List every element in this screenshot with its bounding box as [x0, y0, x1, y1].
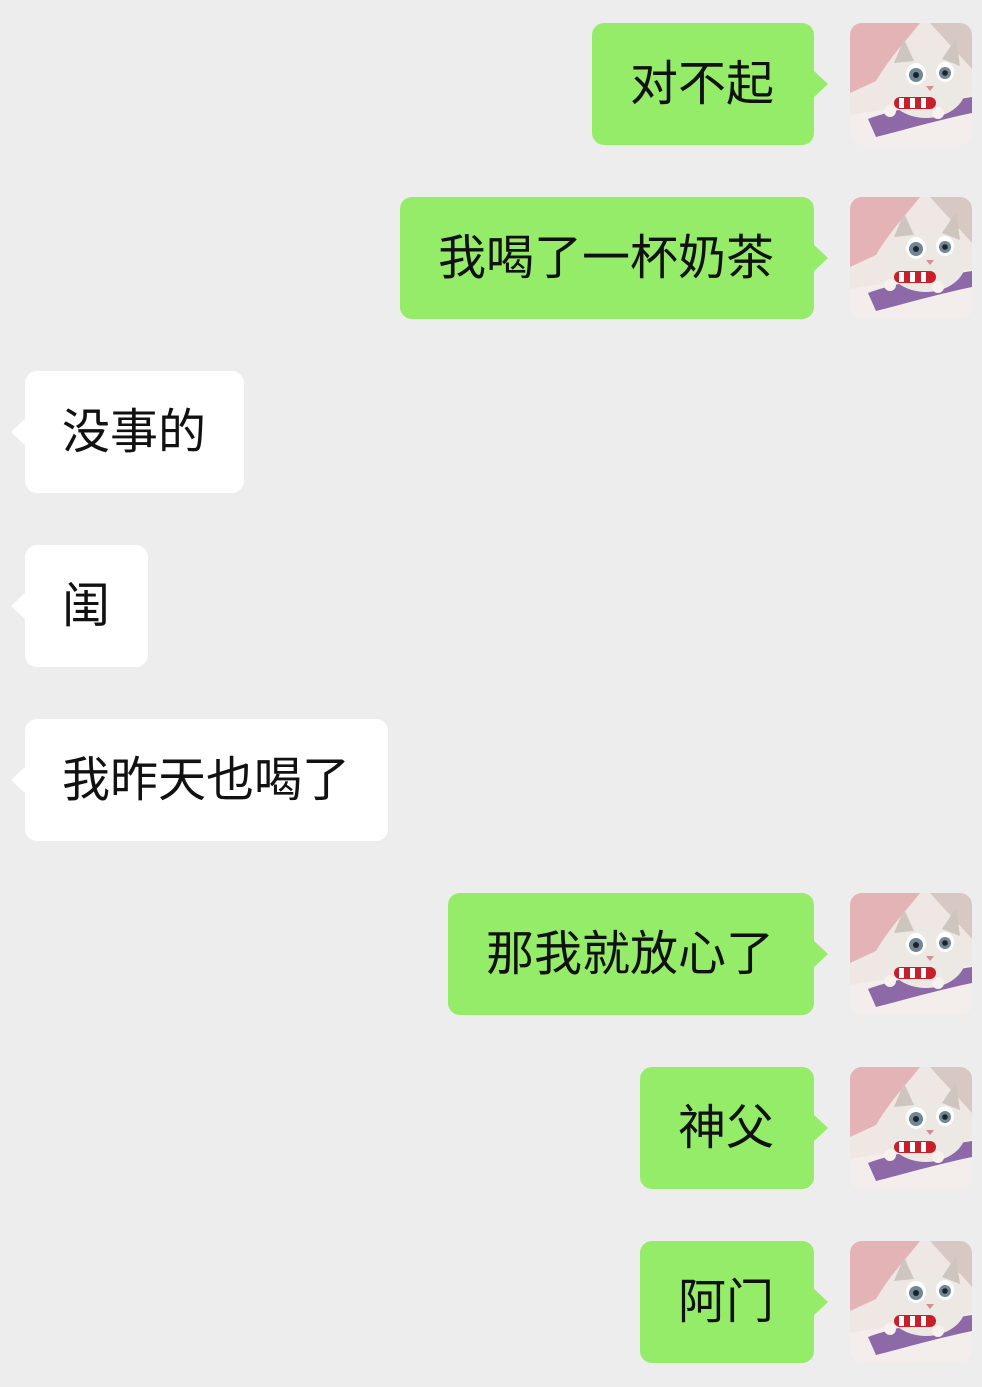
cat-avatar-icon[interactable] — [850, 1067, 972, 1189]
incoming-message-bubble[interactable]: 闺 — [10, 545, 149, 667]
message-row: 我昨天也喝了 — [0, 719, 982, 841]
outgoing-message-bubble[interactable]: 对不起 — [591, 23, 829, 145]
incoming-message-bubble[interactable]: 没事的 — [10, 371, 245, 493]
message-row: 阿门 — [0, 1241, 982, 1363]
message-row: 神父 — [0, 1067, 982, 1189]
message-row: 我喝了一杯奶茶 — [0, 197, 982, 319]
outgoing-message-bubble[interactable]: 我喝了一杯奶茶 — [399, 197, 829, 319]
message-row: 那我就放心了 — [0, 893, 982, 1015]
cat-avatar-icon[interactable] — [850, 893, 972, 1015]
cat-avatar-icon[interactable] — [850, 23, 972, 145]
outgoing-message-bubble[interactable]: 那我就放心了 — [447, 893, 829, 1015]
cat-avatar-icon[interactable] — [850, 197, 972, 319]
message-row: 没事的 — [0, 371, 982, 493]
message-row: 闺 — [0, 545, 982, 667]
cat-avatar-icon[interactable] — [850, 1241, 972, 1363]
message-row: 对不起 — [0, 23, 982, 145]
outgoing-message-bubble[interactable]: 阿门 — [639, 1241, 829, 1363]
chat-view: 对不起 我喝了一杯奶茶 没事的 闺 我昨天也喝了 那我就放心了 神父 阿门 — [0, 0, 982, 1387]
outgoing-message-bubble[interactable]: 神父 — [639, 1067, 829, 1189]
incoming-message-bubble[interactable]: 我昨天也喝了 — [10, 719, 389, 841]
